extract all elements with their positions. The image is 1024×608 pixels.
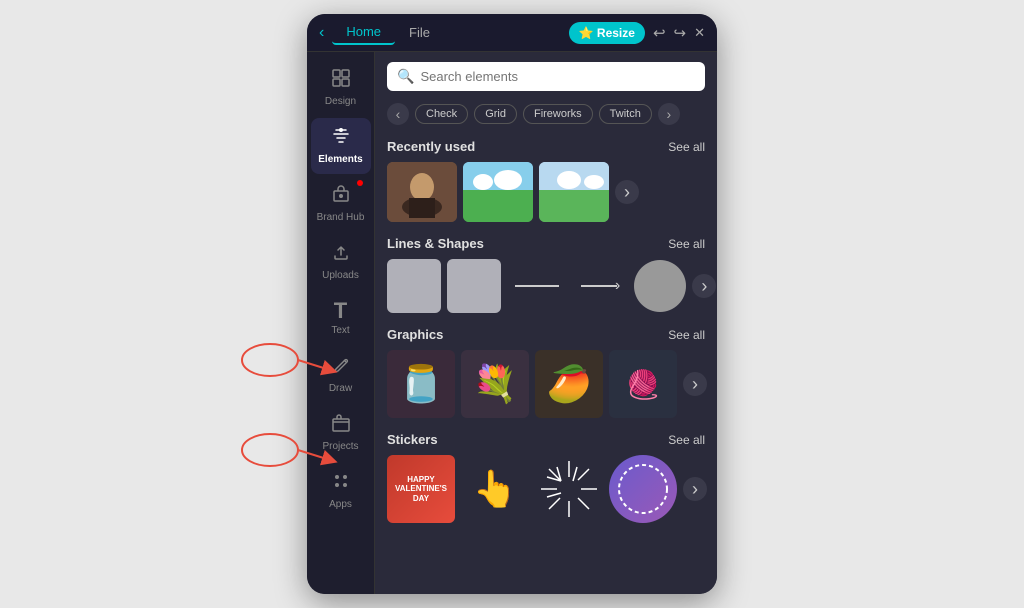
sticker-burst[interactable] [535, 455, 603, 523]
lines-shapes-title: Lines & Shapes [387, 236, 484, 251]
projects-icon [331, 413, 351, 438]
sidebar-item-brand-hub[interactable]: Brand Hub [311, 176, 371, 232]
top-bar: ‹ Home File ⭐ Resize ↩ ↪ ✕ [307, 14, 717, 52]
sidebar-item-elements[interactable]: Elements [311, 118, 371, 174]
recent-thumb-2[interactable] [463, 162, 533, 222]
undo-button[interactable]: ↩ [653, 24, 666, 42]
stickers-nav[interactable]: › [683, 477, 707, 501]
tab-file[interactable]: File [395, 21, 444, 44]
chip-twitch[interactable]: Twitch [599, 104, 652, 124]
sidebar-label-projects: Projects [322, 441, 358, 453]
thumb-photo-bg [387, 162, 457, 222]
graphics-see-all[interactable]: See all [668, 328, 705, 342]
stickers-section: Stickers See all HAPPYVALENTINE'SDAY 👆 [375, 426, 717, 527]
graphic-1[interactable]: 🫙 [387, 350, 455, 418]
recently-used-see-all[interactable]: See all [668, 140, 705, 154]
sidebar-label-brand-hub: Brand Hub [317, 212, 365, 224]
brand-hub-dot [357, 180, 363, 186]
thumb-landscape-bg [463, 162, 533, 222]
elements-icon [331, 126, 351, 151]
redo-button[interactable]: ↪ [674, 24, 687, 42]
lines-shapes-see-all[interactable]: See all [668, 237, 705, 251]
sticker-valentine[interactable]: HAPPYVALENTINE'SDAY [387, 455, 455, 523]
chips-prev-button[interactable]: ‹ [387, 103, 409, 125]
elements-panel: 🔍 ‹ Check Grid Fireworks Twitch › Recent… [375, 52, 717, 594]
recently-used-header: Recently used See all [387, 139, 705, 154]
brand-hub-icon [331, 184, 351, 209]
search-icon: 🔍 [397, 68, 414, 85]
recently-used-row: › [387, 162, 705, 222]
resize-button[interactable]: ⭐ Resize [569, 22, 645, 44]
search-input[interactable] [420, 69, 695, 84]
graphic-2[interactable]: 💐 [461, 350, 529, 418]
sidebar-label-text: Text [331, 325, 349, 337]
sidebar-label-elements: Elements [318, 154, 362, 166]
stickers-header: Stickers See all [387, 432, 705, 447]
tab-home[interactable]: Home [332, 20, 395, 45]
lines-shapes-section: Lines & Shapes See all › [375, 230, 717, 317]
more-button[interactable]: ✕ [694, 25, 705, 41]
apps-icon [331, 471, 351, 496]
chip-check[interactable]: Check [415, 104, 468, 124]
sidebar-label-draw: Draw [329, 383, 352, 395]
graphics-section: Graphics See all 🫙 💐 🥭 🧶 › [375, 321, 717, 422]
sidebar-label-design: Design [325, 96, 356, 108]
text-icon: T [334, 300, 347, 322]
graphic-4[interactable]: 🧶 [609, 350, 677, 418]
uploads-icon [331, 242, 351, 267]
top-actions: ↩ ↪ ✕ [653, 24, 705, 42]
recently-used-title: Recently used [387, 139, 475, 154]
sidebar-item-text[interactable]: T Text [311, 292, 371, 345]
shapes-row: › › [387, 259, 705, 313]
shape-square-2[interactable] [447, 259, 501, 313]
sidebar-item-uploads[interactable]: Uploads [311, 234, 371, 290]
app-frame: ‹ Home File ⭐ Resize ↩ ↪ ✕ [307, 14, 717, 594]
filter-chips: ‹ Check Grid Fireworks Twitch › [375, 99, 717, 133]
sidebar-label-uploads: Uploads [322, 270, 359, 282]
search-bar: 🔍 [375, 52, 717, 99]
shapes-nav[interactable]: › [692, 274, 716, 298]
design-icon [331, 68, 351, 93]
graphics-nav[interactable]: › [683, 372, 707, 396]
shape-line[interactable] [507, 285, 567, 287]
back-button[interactable]: ‹ [319, 24, 324, 42]
graphic-3[interactable]: 🥭 [535, 350, 603, 418]
sidebar-item-draw[interactable]: Draw [311, 347, 371, 403]
sticker-hand[interactable]: 👆 [461, 455, 529, 523]
sidebar-item-apps[interactable]: Apps [311, 463, 371, 519]
recently-used-section: Recently used See all [375, 133, 717, 226]
top-tabs: Home File [332, 20, 560, 45]
chip-grid[interactable]: Grid [474, 104, 517, 124]
recently-used-nav[interactable]: › [615, 180, 639, 204]
stickers-title: Stickers [387, 432, 438, 447]
shape-arrow[interactable]: › [573, 277, 628, 295]
search-input-wrap[interactable]: 🔍 [387, 62, 705, 91]
stickers-row: HAPPYVALENTINE'SDAY 👆 [387, 455, 705, 523]
recent-thumb-3[interactable] [539, 162, 609, 222]
stickers-see-all[interactable]: See all [668, 433, 705, 447]
sticker-circle[interactable] [609, 455, 677, 523]
shape-square-1[interactable] [387, 259, 441, 313]
chip-fireworks[interactable]: Fireworks [523, 104, 593, 124]
graphics-row: 🫙 💐 🥭 🧶 › [387, 350, 705, 418]
main-area: Design Elements [307, 52, 717, 594]
graphics-header: Graphics See all [387, 327, 705, 342]
draw-icon [331, 355, 351, 380]
thumb-landscape2-bg [539, 162, 609, 222]
graphics-title: Graphics [387, 327, 443, 342]
sticker-valentine-text: HAPPYVALENTINE'SDAY [395, 475, 447, 504]
sidebar-label-apps: Apps [329, 499, 352, 511]
sidebar-item-projects[interactable]: Projects [311, 405, 371, 461]
chips-next-button[interactable]: › [658, 103, 680, 125]
sidebar-item-design[interactable]: Design [311, 60, 371, 116]
sidebar: Design Elements [307, 52, 375, 594]
lines-shapes-header: Lines & Shapes See all [387, 236, 705, 251]
shape-circle[interactable] [634, 260, 686, 312]
recent-thumb-1[interactable] [387, 162, 457, 222]
